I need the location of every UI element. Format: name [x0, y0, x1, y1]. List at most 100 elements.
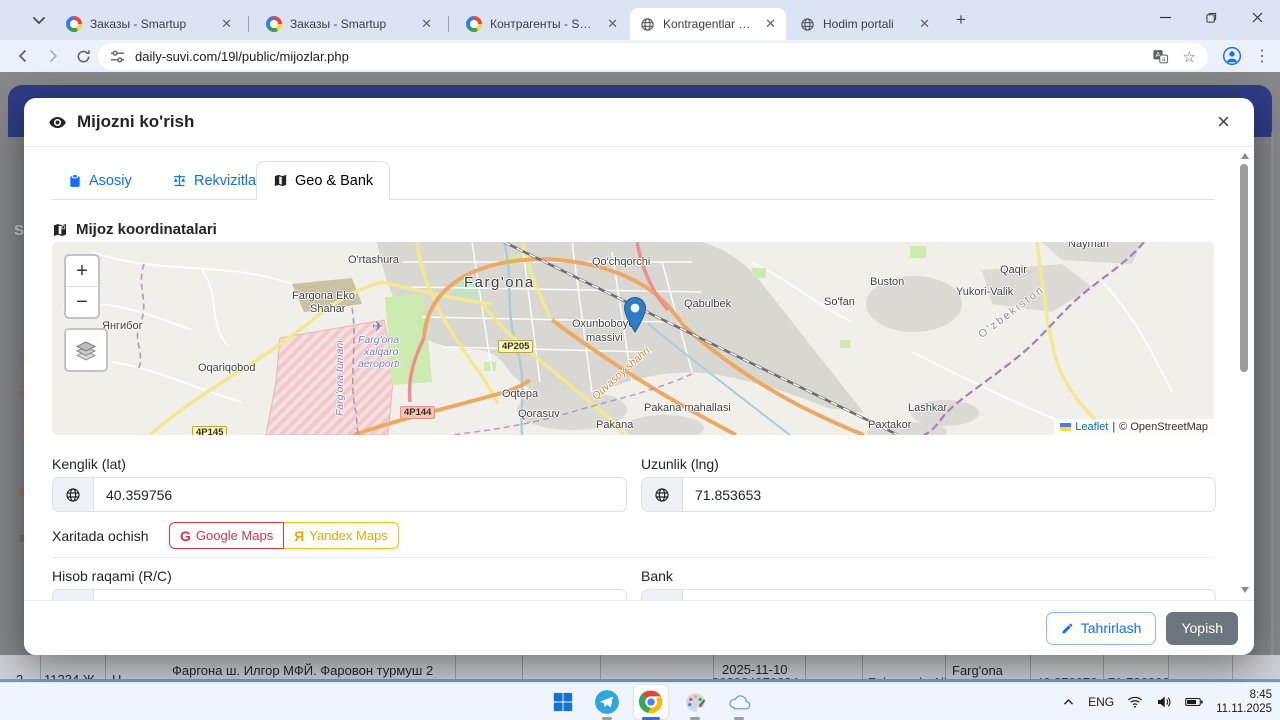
cloud-app-icon[interactable] [722, 685, 756, 719]
lng-input[interactable]: 71.853653 [683, 478, 1215, 511]
lat-input[interactable]: 40.359756 [94, 478, 626, 511]
account-input-cut[interactable] [52, 589, 627, 600]
modal-close-icon[interactable]: × [1217, 112, 1230, 132]
leaflet-link[interactable]: Leaflet [1075, 421, 1108, 433]
forward-button[interactable] [40, 43, 66, 69]
taskbar-clock[interactable]: 8:45 11.11.2025 [1216, 688, 1272, 717]
browser-tab[interactable]: Заказы - Smartup ✕ [56, 8, 242, 40]
map-attribution: Leaflet | © OpenStreetMap [1054, 419, 1214, 435]
section-title: Mijoz koordinatalari [52, 221, 217, 238]
input-prefix [53, 590, 94, 600]
edit-button[interactable]: Tahrirlash [1046, 612, 1157, 645]
reload-button[interactable] [70, 43, 96, 69]
wifi-icon[interactable] [1127, 695, 1143, 709]
tab-close-icon[interactable]: ✕ [605, 16, 620, 32]
taskbar-icons [546, 685, 756, 719]
tab-search-chevron-icon[interactable] [28, 10, 54, 30]
close-button[interactable]: Yopish [1166, 612, 1238, 645]
map-label: Qaqir [1000, 264, 1027, 276]
modal-scrollbar[interactable] [1239, 149, 1250, 597]
url-text[interactable]: daily-suvi.com/19l/public/mijozlar.php [135, 49, 1152, 64]
telegram-icon[interactable] [590, 685, 624, 719]
lat-input-group: 40.359756 [52, 477, 627, 512]
background-scrollbar [1271, 132, 1274, 662]
map-marker-pin[interactable] [623, 297, 647, 338]
pencil-icon [1061, 622, 1074, 635]
tab-close-icon[interactable]: ✕ [419, 16, 434, 32]
profile-avatar[interactable] [1219, 43, 1245, 69]
account-label: Hisob raqami (R/C) [52, 568, 172, 584]
modal-header: Mijozni ko'rish × [24, 98, 1254, 147]
map-label: xalqaro [364, 346, 398, 358]
globe-icon [642, 478, 683, 511]
volume-icon[interactable] [1156, 695, 1172, 709]
map-label: Fargona Eko [292, 290, 355, 302]
browser-toolbar: daily-suvi.com/19l/public/mijozlar.php A… [0, 40, 1280, 72]
map-label: Lashkar [908, 402, 947, 414]
road-shield: 4P205 [498, 340, 533, 353]
tab-close-icon[interactable]: ✕ [917, 16, 932, 32]
translate-icon[interactable]: Aa [1152, 48, 1169, 65]
bank-input-cut[interactable] [641, 589, 1216, 600]
start-button[interactable] [546, 685, 580, 719]
browser-tabstrip: Заказы - Smartup ✕ Заказы - Smartup ✕ Ко… [0, 0, 1280, 40]
map-icon [273, 173, 288, 188]
map-layers-button[interactable] [64, 328, 108, 372]
address-bar[interactable]: daily-suvi.com/19l/public/mijozlar.php A… [98, 43, 1208, 70]
tab-separator [248, 16, 249, 32]
leaflet-map[interactable]: NaymanQaqirQo'chqorchiO'rtashuraYukori-V… [52, 242, 1214, 435]
battery-icon[interactable] [1185, 696, 1203, 708]
back-button[interactable] [10, 43, 36, 69]
zoom-out-button[interactable]: − [66, 287, 98, 317]
map-label: Nayman [1068, 242, 1109, 250]
new-tab-button[interactable]: + [956, 12, 966, 28]
section-title-text: Mijoz koordinatalari [76, 221, 217, 238]
google-maps-label: Google Maps [196, 528, 273, 543]
window-minimize-button[interactable] [1142, 0, 1188, 34]
browser-menu-kebab-icon[interactable]: ⋮ [1249, 43, 1275, 69]
paint-icon[interactable] [678, 685, 712, 719]
yandex-maps-button[interactable]: Я Yandex Maps [284, 522, 399, 549]
browser-tab[interactable]: Hodim portali ✕ [790, 8, 940, 40]
tab-label: Kontragentlar — stacked moda [663, 17, 755, 31]
tab-close-icon[interactable]: ✕ [763, 16, 778, 32]
browser-tab[interactable]: Заказы - Smartup ✕ [256, 8, 442, 40]
browser-tab[interactable]: Контрагенты - Smartup ✕ [456, 8, 628, 40]
scroll-down-arrow[interactable] [1241, 587, 1249, 593]
tray-chevron-icon[interactable] [1062, 696, 1075, 709]
chrome-icon[interactable] [634, 685, 668, 719]
eye-icon [48, 113, 67, 132]
window-close-button[interactable] [1234, 0, 1280, 34]
map-label: Paxtakor [868, 419, 911, 431]
smartup-favicon-icon [466, 16, 482, 32]
map-label: Shahar [310, 303, 345, 315]
site-info-icon[interactable] [110, 49, 125, 64]
window-restore-button[interactable] [1188, 0, 1234, 34]
table-cell: Farg'ona [952, 663, 1003, 678]
map-label: Oqtepa [502, 388, 538, 400]
map-label: O'rtashura [348, 254, 399, 266]
globe-favicon-icon [800, 17, 815, 32]
tab-label: Rekvizitlar [194, 173, 261, 189]
tab-label: Asosiy [89, 173, 132, 189]
background-text-fragment: S [14, 222, 24, 239]
bookmark-star-icon[interactable]: ☆ [1183, 48, 1196, 66]
tab-asosiy[interactable]: Asosiy [52, 162, 148, 199]
scroll-up-arrow[interactable] [1241, 153, 1249, 159]
map-label: aeroporti [358, 358, 399, 370]
ukraine-flag-icon [1060, 423, 1071, 431]
modal-footer: Tahrirlash Yopish [24, 600, 1254, 655]
map-label: Oqariqobod [198, 362, 256, 374]
zoom-in-button[interactable]: + [66, 256, 98, 287]
language-indicator[interactable]: ENG [1088, 695, 1114, 709]
map-label: Pakana [596, 419, 633, 431]
google-maps-button[interactable]: G Google Maps [169, 522, 284, 549]
map-label: Farg'ona [464, 274, 535, 291]
osm-attribution[interactable]: © OpenStreetMap [1119, 421, 1208, 433]
smartup-favicon-icon [266, 16, 282, 32]
browser-tab-active[interactable]: Kontragentlar — stacked moda ✕ [630, 8, 786, 40]
map-label: Quvasoy shahri [590, 345, 652, 403]
tab-close-icon[interactable]: ✕ [219, 16, 234, 32]
tab-geo-bank[interactable]: Geo & Bank [256, 161, 390, 200]
scroll-thumb[interactable] [1240, 164, 1248, 372]
